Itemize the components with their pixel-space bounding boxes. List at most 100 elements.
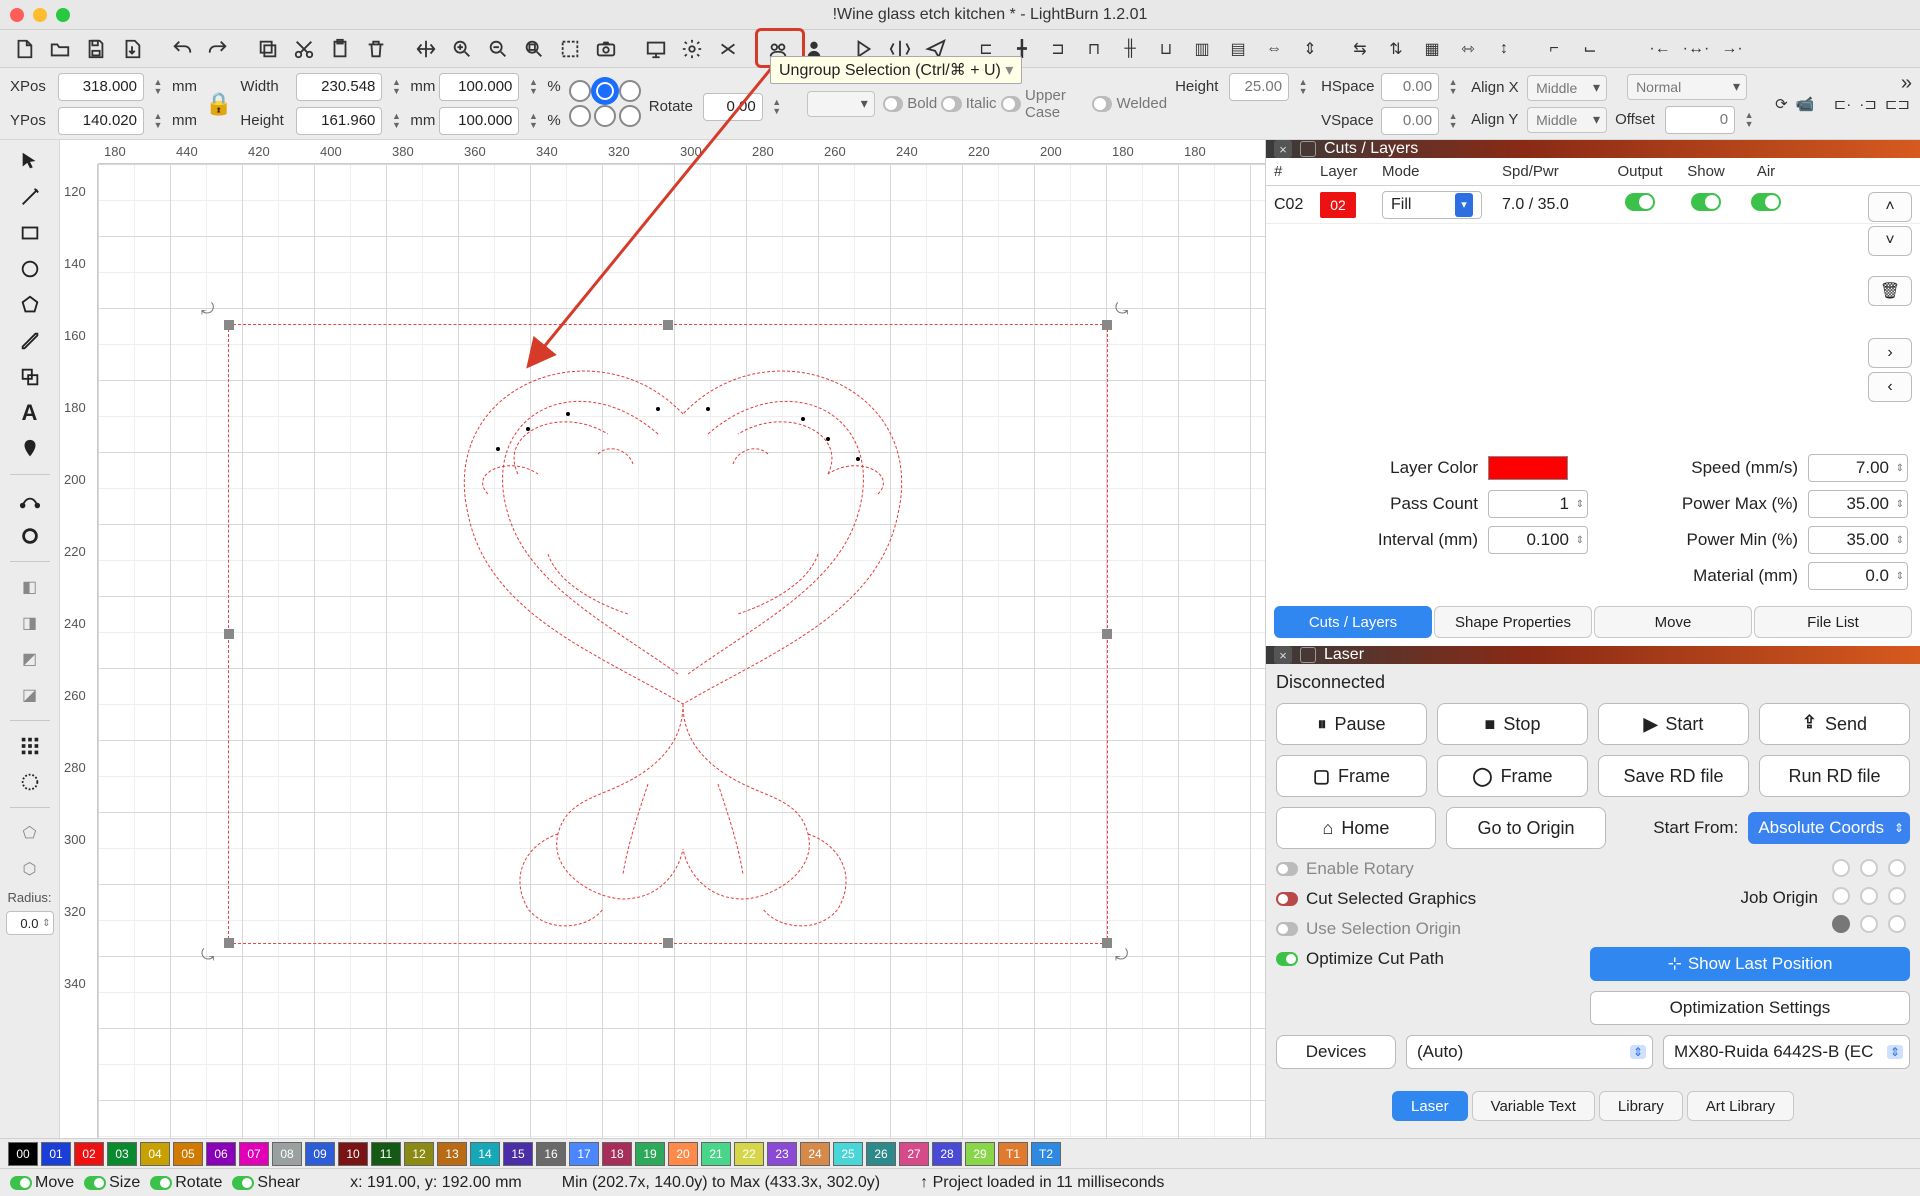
laser-pin-icon[interactable]	[1300, 647, 1316, 663]
distribute-v-icon[interactable]: ▤	[1222, 33, 1254, 65]
width-pct-field[interactable]: 100.000	[439, 73, 519, 101]
copy-icon[interactable]	[252, 33, 284, 65]
zoom-out-icon[interactable]	[482, 33, 514, 65]
frame-hull-button[interactable]: ◯Frame	[1437, 755, 1588, 797]
arrange-h-icon[interactable]: ⇆	[1344, 33, 1376, 65]
startfrom-select[interactable]: Absolute Coords	[1748, 812, 1910, 844]
tab-file-list[interactable]: File List	[1754, 606, 1912, 638]
align-middle-v-icon[interactable]: ╫	[1114, 33, 1146, 65]
start-button[interactable]: ▶Start	[1598, 703, 1749, 745]
nudge-right-icon[interactable]: →·	[1716, 33, 1748, 65]
material-field[interactable]: 0.0	[1808, 562, 1908, 590]
align-to-target1-icon[interactable]: ⊏·	[1834, 88, 1852, 120]
text-mode-select[interactable]: Normal	[1627, 74, 1747, 100]
edit-nodes-tool-icon[interactable]	[13, 485, 47, 515]
polygon-tool-icon[interactable]	[13, 290, 47, 320]
reference-point-grid[interactable]	[569, 80, 641, 127]
rotate-handle[interactable]: ⤿	[1115, 301, 1135, 321]
palette-swatch[interactable]: T1	[998, 1142, 1028, 1166]
palette-swatch[interactable]: T2	[1031, 1142, 1061, 1166]
marker-tool-icon[interactable]	[13, 434, 47, 464]
palette-swatch[interactable]: 29	[965, 1142, 995, 1166]
palette-swatch[interactable]: 03	[107, 1142, 137, 1166]
rotate-handle[interactable]: ⤿	[201, 947, 221, 967]
boolean-xor-icon[interactable]: ◪	[13, 680, 47, 710]
send-button[interactable]: ⇪Send	[1759, 703, 1910, 745]
tab-move[interactable]: Move	[1594, 606, 1752, 638]
rectangle-tool-icon[interactable]	[13, 218, 47, 248]
palette-swatch[interactable]: 18	[602, 1142, 632, 1166]
palette-swatch[interactable]: 02	[74, 1142, 104, 1166]
stop-button[interactable]: ■Stop	[1437, 703, 1588, 745]
palette-swatch[interactable]: 15	[503, 1142, 533, 1166]
tab-variable-text[interactable]: Variable Text	[1472, 1091, 1595, 1121]
palette-swatch[interactable]: 01	[41, 1142, 71, 1166]
port-select[interactable]: (Auto)	[1406, 1035, 1653, 1069]
nudge-center-icon[interactable]: ·↔·	[1680, 33, 1712, 65]
devices-button[interactable]: Devices	[1276, 1035, 1396, 1069]
new-file-icon[interactable]	[8, 33, 40, 65]
layer-up-button[interactable]: ˄	[1868, 192, 1912, 222]
pmin-field[interactable]: 35.00	[1808, 526, 1908, 554]
align-top-icon[interactable]: ⊓	[1078, 33, 1110, 65]
palette-swatch[interactable]: 10	[338, 1142, 368, 1166]
palette-swatch[interactable]: 06	[206, 1142, 236, 1166]
palette-swatch[interactable]: 00	[8, 1142, 38, 1166]
settings-icon[interactable]	[676, 33, 708, 65]
height-field[interactable]: 161.960	[296, 107, 382, 135]
palette-swatch[interactable]: 14	[470, 1142, 500, 1166]
text-tool-icon[interactable]: A	[13, 398, 47, 428]
palette-swatch[interactable]: 25	[833, 1142, 863, 1166]
palette-swatch[interactable]: 09	[305, 1142, 335, 1166]
device-settings-icon[interactable]	[712, 33, 744, 65]
open-file-icon[interactable]	[44, 33, 76, 65]
laser-close-icon[interactable]: ×	[1274, 646, 1292, 664]
optimization-settings-button[interactable]: Optimization Settings	[1590, 991, 1910, 1025]
tab-laser[interactable]: Laser	[1392, 1091, 1468, 1121]
palette-swatch[interactable]: 19	[635, 1142, 665, 1166]
tab-library[interactable]: Library	[1599, 1091, 1683, 1121]
frame-rect-button[interactable]: ▢Frame	[1276, 755, 1427, 797]
run-rd-button[interactable]: Run RD file	[1759, 755, 1910, 797]
palette-swatch[interactable]: 26	[866, 1142, 896, 1166]
italic-toggle[interactable]	[941, 96, 961, 112]
palette-swatch[interactable]: 22	[734, 1142, 764, 1166]
text-height-stepper[interactable]: ▲▼	[1293, 73, 1313, 101]
palette-swatch[interactable]: 05	[173, 1142, 203, 1166]
home-button[interactable]: ⌂Home	[1276, 807, 1436, 849]
redo-icon[interactable]	[202, 33, 234, 65]
enable-rotary-toggle[interactable]	[1276, 862, 1298, 876]
pass-field[interactable]: 1	[1488, 490, 1588, 518]
pmax-field[interactable]: 35.00	[1808, 490, 1908, 518]
dock-tools-icon[interactable]: ⌙	[1574, 33, 1606, 65]
welded-toggle[interactable]	[1092, 96, 1112, 112]
save-icon[interactable]	[80, 33, 112, 65]
ellipse-tool-icon[interactable]	[13, 254, 47, 284]
offset-field[interactable]: 0	[1665, 106, 1735, 134]
ypos-stepper[interactable]: ▲▼	[148, 107, 168, 135]
output-toggle[interactable]	[1625, 193, 1655, 211]
show-toggle[interactable]	[1691, 193, 1721, 211]
arrange-v-icon[interactable]: ⇅	[1380, 33, 1412, 65]
layer-color-badge[interactable]: 02	[1320, 192, 1356, 218]
trace-tool-icon[interactable]: ⬡	[13, 854, 47, 884]
overflow-icon[interactable]: »	[1901, 72, 1912, 95]
grid-array-icon[interactable]	[13, 731, 47, 761]
hspace-field[interactable]: 0.00	[1381, 73, 1439, 101]
bold-toggle[interactable]	[883, 96, 903, 112]
palette-swatch[interactable]: 07	[239, 1142, 269, 1166]
canvas[interactable]: 1804404204003803603403203002802602402202…	[60, 140, 1265, 1140]
resize-handle[interactable]	[224, 938, 234, 948]
move-mode-toggle[interactable]	[10, 1176, 32, 1190]
layer-left-button[interactable]: ‹	[1868, 372, 1912, 402]
align-to-target2-icon[interactable]: ·⊐	[1859, 88, 1877, 120]
make-same-height-icon[interactable]: ⇕	[1294, 33, 1326, 65]
height-pct-field[interactable]: 100.000	[439, 107, 519, 135]
palette-swatch[interactable]: 16	[536, 1142, 566, 1166]
tab-cuts-layers[interactable]: Cuts / Layers	[1274, 606, 1432, 638]
delete-icon[interactable]	[360, 33, 392, 65]
size-mode-toggle[interactable]	[84, 1176, 106, 1190]
interval-field[interactable]: 0.100	[1488, 526, 1588, 554]
zoom-window[interactable]	[56, 8, 70, 22]
air-toggle[interactable]	[1751, 193, 1781, 211]
